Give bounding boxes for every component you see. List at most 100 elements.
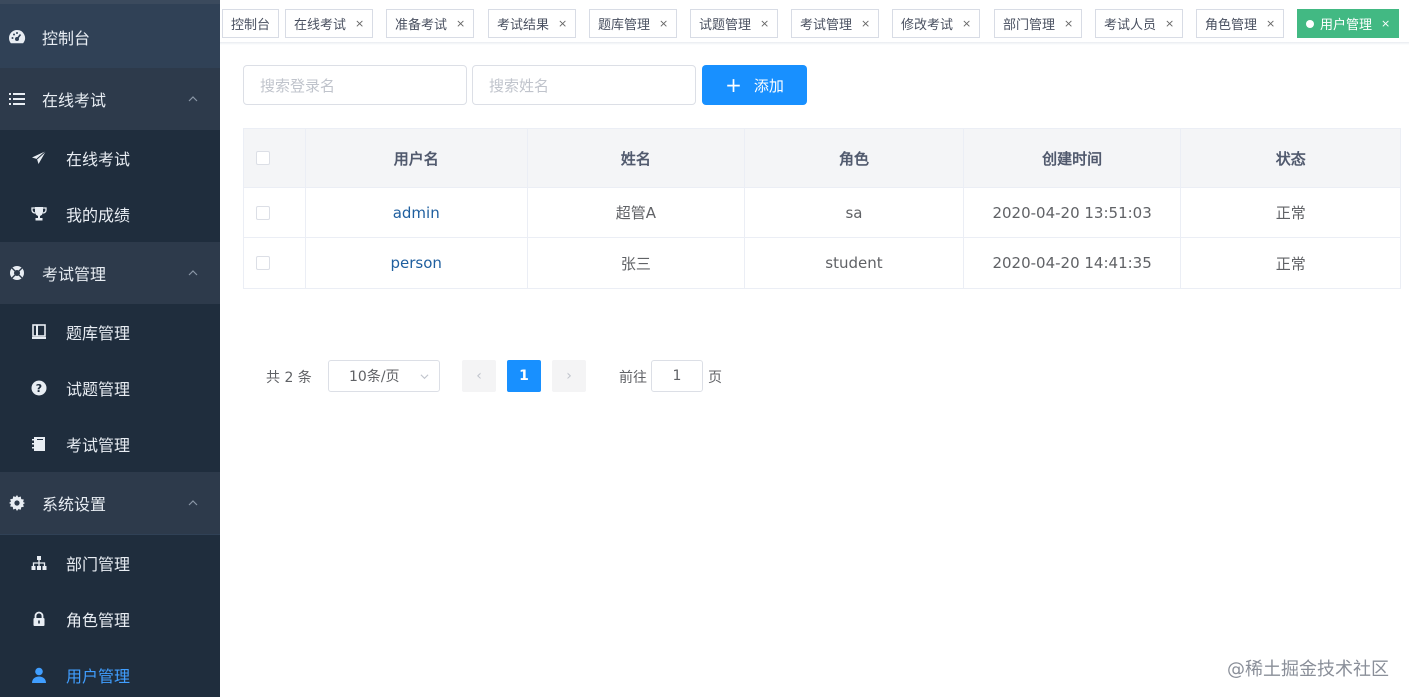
tag-question-bank[interactable]: 题库管理 × [589,9,678,38]
tag-user-management[interactable]: 用户管理 × [1297,9,1400,38]
user-icon [30,666,48,684]
tag-prepare-exam[interactable]: 准备考试 × [386,9,475,38]
close-icon[interactable]: × [558,17,567,30]
close-icon[interactable]: × [962,17,971,30]
close-icon[interactable]: × [659,17,668,30]
placeholder-text: 搜索姓名 [489,76,550,95]
goto-page-input[interactable]: 1 [651,360,703,392]
row-select-cell [244,188,306,237]
close-icon[interactable]: × [861,17,870,30]
chevron-left-icon: ‹ [476,368,482,384]
search-login-name-input[interactable]: 搜索登录名 [243,65,467,105]
tag-exam-personnel[interactable]: 考试人员 × [1095,9,1184,38]
sidebar: 控制台 在线考试 在线考试 我的成绩 考试管理 题库管理 ? 试题管理 考试管理… [0,0,220,697]
tag-label: 用户管理 [1320,18,1373,33]
search-name-input[interactable]: 搜索姓名 [472,65,696,105]
tags-bar-shadow [220,42,1409,45]
chevron-up-icon [188,270,198,276]
question-icon: ? [30,379,48,397]
list-icon [8,90,26,108]
next-page-button[interactable]: › [552,360,586,392]
tag-label: 试题管理 [699,18,752,33]
sidebar-item-label: 角色管理 [66,611,131,630]
button-label: 添加 [753,76,784,95]
sidebar-item-label: 在线考试 [66,150,131,169]
sidebar-group-exam-management[interactable]: 考试管理 [0,242,220,304]
created-time-cell: 2020-04-20 14:41:35 [964,238,1182,288]
sidebar-item-department-management[interactable]: 部门管理 [0,535,220,591]
name-cell: 超管A [528,188,746,237]
sidebar-item-question-management[interactable]: ? 试题管理 [0,360,220,416]
chevron-right-icon: › [566,368,572,384]
header-created-time: 创建时间 [964,129,1182,187]
tag-online-exam[interactable]: 在线考试 × [285,9,374,38]
close-icon[interactable]: × [1381,17,1390,30]
table-row[interactable]: admin 超管A sa 2020-04-20 13:51:03 正常 [244,188,1400,238]
trophy-icon [30,205,48,223]
sidebar-item-label: 部门管理 [66,555,131,574]
sidebar-item-role-management[interactable]: 角色管理 [0,591,220,647]
sidebar-item-label: 考试管理 [42,265,107,284]
sidebar-item-online-exam[interactable]: 在线考试 [0,130,220,186]
dashboard-icon [8,28,26,46]
tag-label: 在线考试 [294,18,347,33]
header-status: 状态 [1275,149,1306,168]
sidebar-item-question-bank[interactable]: 题库管理 [0,304,220,360]
add-user-button[interactable]: + 添加 [702,65,807,105]
table-header-row: 用户名 姓名 角色 创建时间 状态 [244,129,1400,188]
close-icon[interactable]: × [1064,17,1073,30]
table-row[interactable]: person 张三 student 2020-04-20 14:41:35 正常 [244,238,1400,288]
status-cell: 正常 [1275,204,1306,222]
sidebar-item-dashboard[interactable]: 控制台 [0,6,220,68]
row-checkbox[interactable] [256,205,270,220]
pagination-total: 共 2 条 [266,370,312,386]
sidebar-item-exam-management[interactable]: 考试管理 [0,416,220,472]
select-all-checkbox[interactable] [256,151,270,165]
sidebar-group-system-settings[interactable]: 系统设置 [0,472,220,534]
tag-label: 部门管理 [1003,18,1056,33]
page-size-select[interactable]: 10条/页 [328,360,440,392]
username-link[interactable]: admin [393,204,440,222]
tag-exam-management[interactable]: 考试管理 × [791,9,880,38]
active-dot-icon [1306,19,1314,28]
tag-label: 角色管理 [1205,18,1258,33]
watermark: @稀土掘金技术社区 [1227,659,1389,680]
close-icon[interactable]: × [456,17,465,30]
tag-role-management[interactable]: 角色管理 × [1196,9,1285,38]
tag-exam-results[interactable]: 考试结果 × [488,9,577,38]
row-select-cell [244,238,306,288]
page-number-current[interactable]: 1 [507,360,541,392]
chevron-up-icon [188,500,198,506]
goto-label: 前往 [619,370,647,386]
page-size-value: 10条/页 [349,369,400,385]
sidebar-group-online-exam[interactable]: 在线考试 [0,68,220,130]
tag-label: 题库管理 [598,18,651,33]
page-suffix-label: 页 [708,370,722,386]
book-icon [30,323,48,341]
gear-icon [8,494,26,512]
tags-view-bar: 控制台 在线考试 × 准备考试 × 考试结果 × 题库管理 × 试题管理 × 考试管理 × … [220,0,1409,45]
sidebar-item-label: 我的成绩 [66,206,131,225]
row-checkbox[interactable] [256,256,270,270]
lock-icon [30,610,48,628]
sidebar-item-label: 在线考试 [42,91,107,110]
svg-text:?: ? [36,382,42,395]
close-icon[interactable]: × [760,17,769,30]
close-icon[interactable]: × [355,17,364,30]
username-link[interactable]: person [391,254,442,272]
header-name: 姓名 [528,129,746,187]
user-table: 用户名 姓名 角色 创建时间 状态 admin 超管A sa 2020-04-2… [243,128,1401,289]
prev-page-button[interactable]: ‹ [462,360,496,392]
sidebar-top-strip [0,0,220,4]
tag-dashboard[interactable]: 控制台 [222,9,280,38]
sidebar-item-user-management[interactable]: 用户管理 [0,647,220,697]
close-icon[interactable]: × [1266,17,1275,30]
sidebar-item-my-scores[interactable]: 我的成绩 [0,186,220,242]
tag-question-management[interactable]: 试题管理 × [690,9,779,38]
tag-department-management[interactable]: 部门管理 × [994,9,1083,38]
sidebar-item-label: 试题管理 [66,380,131,399]
close-icon[interactable]: × [1165,17,1174,30]
tag-edit-exam[interactable]: 修改考试 × [892,9,981,38]
chevron-up-icon [188,96,198,102]
sidebar-item-label: 系统设置 [42,495,107,514]
